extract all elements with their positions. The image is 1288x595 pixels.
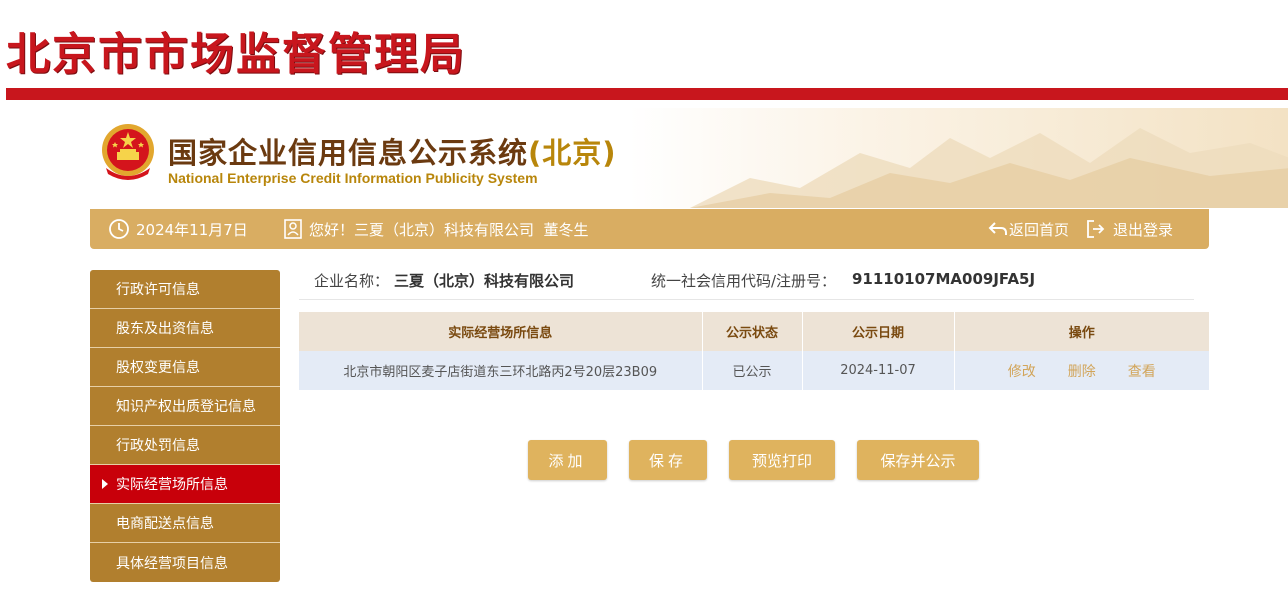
nav-item-admin-penalty[interactable]: 行政处罚信息 bbox=[90, 426, 280, 465]
logout-label: 退出登录 bbox=[1113, 220, 1174, 239]
header-actions: 操作 bbox=[954, 312, 1209, 351]
cell-status: 已公示 bbox=[702, 351, 803, 390]
delete-link[interactable]: 删除 bbox=[1068, 364, 1096, 380]
company-name-value: 三夏（北京）科技有限公司 bbox=[394, 272, 575, 290]
national-emblem-icon bbox=[102, 124, 154, 180]
company-name-label: 企业名称： bbox=[314, 272, 390, 290]
nav-item-ip-pledge[interactable]: 知识产权出质登记信息 bbox=[90, 387, 280, 426]
top-banner: 北京市市场监督管理局 bbox=[0, 0, 1288, 100]
back-home-link[interactable]: 返回首页 bbox=[987, 209, 1069, 249]
edit-link[interactable]: 修改 bbox=[1008, 364, 1036, 380]
nav-item-shareholder[interactable]: 股东及出资信息 bbox=[90, 309, 280, 348]
credit-code-label: 统一社会信用代码/注册号： bbox=[651, 272, 837, 290]
bureau-title: 北京市市场监督管理局 bbox=[6, 29, 466, 80]
header-address: 实际经营场所信息 bbox=[299, 312, 703, 351]
back-home-label: 返回首页 bbox=[1009, 220, 1070, 239]
system-title-main: 国家企业信用信息公示系统 bbox=[168, 136, 529, 170]
add-button[interactable]: 添加 bbox=[528, 440, 607, 480]
table-header-row: 实际经营场所信息 公示状态 公示日期 操作 bbox=[299, 312, 1209, 351]
nav-label: 知识产权出质登记信息 bbox=[116, 399, 256, 415]
nav-label: 股东及出资信息 bbox=[116, 321, 214, 337]
cell-actions: 修改 删除 查看 bbox=[954, 351, 1209, 390]
cell-address: 北京市朝阳区麦子店街道东三环北路丙2号20层23B09 bbox=[299, 351, 703, 390]
greeting-text: 您好！三夏（北京）科技有限公司 董冬生 bbox=[309, 220, 589, 239]
user-greeting: 您好！三夏（北京）科技有限公司 董冬生 bbox=[283, 209, 589, 249]
system-header: 国家企业信用信息公示系统(北京) National Enterprise Cre… bbox=[90, 108, 1288, 208]
table-row: 北京市朝阳区麦子店街道东三环北路丙2号20层23B09 已公示 2024-11-… bbox=[299, 351, 1209, 390]
nav-label: 实际经营场所信息 bbox=[116, 477, 228, 493]
top-red-line bbox=[6, 88, 1288, 100]
nav-item-business-items[interactable]: 具体经营项目信息 bbox=[90, 543, 280, 582]
logout-icon bbox=[1087, 220, 1105, 238]
nav-item-equity-change[interactable]: 股权变更信息 bbox=[90, 348, 280, 387]
preview-print-button[interactable]: 预览打印 bbox=[729, 440, 835, 480]
clock-icon bbox=[109, 219, 129, 239]
logout-link[interactable]: 退出登录 bbox=[1085, 209, 1173, 249]
system-title-en: National Enterprise Credit Information P… bbox=[168, 170, 538, 186]
side-nav: 行政许可信息 股东及出资信息 股权变更信息 知识产权出质登记信息 行政处罚信息 … bbox=[90, 270, 280, 582]
nav-item-admin-license[interactable]: 行政许可信息 bbox=[90, 270, 280, 309]
header-status: 公示状态 bbox=[702, 312, 803, 351]
save-button[interactable]: 保存 bbox=[629, 440, 707, 480]
nav-label: 行政处罚信息 bbox=[116, 438, 200, 454]
header-date: 公示日期 bbox=[802, 312, 955, 351]
user-icon bbox=[284, 219, 302, 239]
nav-label: 股权变更信息 bbox=[116, 360, 200, 376]
date-display: 2024年11月7日 bbox=[108, 209, 248, 249]
save-publish-button[interactable]: 保存并公示 bbox=[857, 440, 979, 480]
cell-date: 2024-11-07 bbox=[802, 351, 955, 390]
view-link[interactable]: 查看 bbox=[1128, 364, 1156, 380]
return-arrow-icon bbox=[988, 222, 1007, 235]
company-info: 企业名称： 三夏（北京）科技有限公司 统一社会信用代码/注册号： 9111010… bbox=[299, 262, 1194, 300]
premises-table: 实际经营场所信息 公示状态 公示日期 操作 北京市朝阳区麦子店街道东三环北路丙2… bbox=[299, 312, 1209, 390]
mountain-decoration bbox=[690, 128, 1288, 208]
active-arrow-icon bbox=[102, 479, 108, 489]
nav-item-business-premises[interactable]: 实际经营场所信息 bbox=[90, 465, 280, 504]
date-text: 2024年11月7日 bbox=[136, 220, 248, 239]
nav-label: 行政许可信息 bbox=[116, 282, 200, 298]
system-title-cn: 国家企业信用信息公示系统(北京) bbox=[168, 130, 617, 172]
nav-item-ecommerce-delivery[interactable]: 电商配送点信息 bbox=[90, 504, 280, 543]
system-title-region: (北京) bbox=[528, 136, 617, 170]
credit-code-value: 91110107MA009JFA5J bbox=[852, 270, 1036, 288]
nav-label: 电商配送点信息 bbox=[116, 516, 214, 532]
info-bar: 2024年11月7日 您好！三夏（北京）科技有限公司 董冬生 返回首页 退出登录 bbox=[90, 209, 1209, 249]
nav-label: 具体经营项目信息 bbox=[116, 555, 228, 572]
